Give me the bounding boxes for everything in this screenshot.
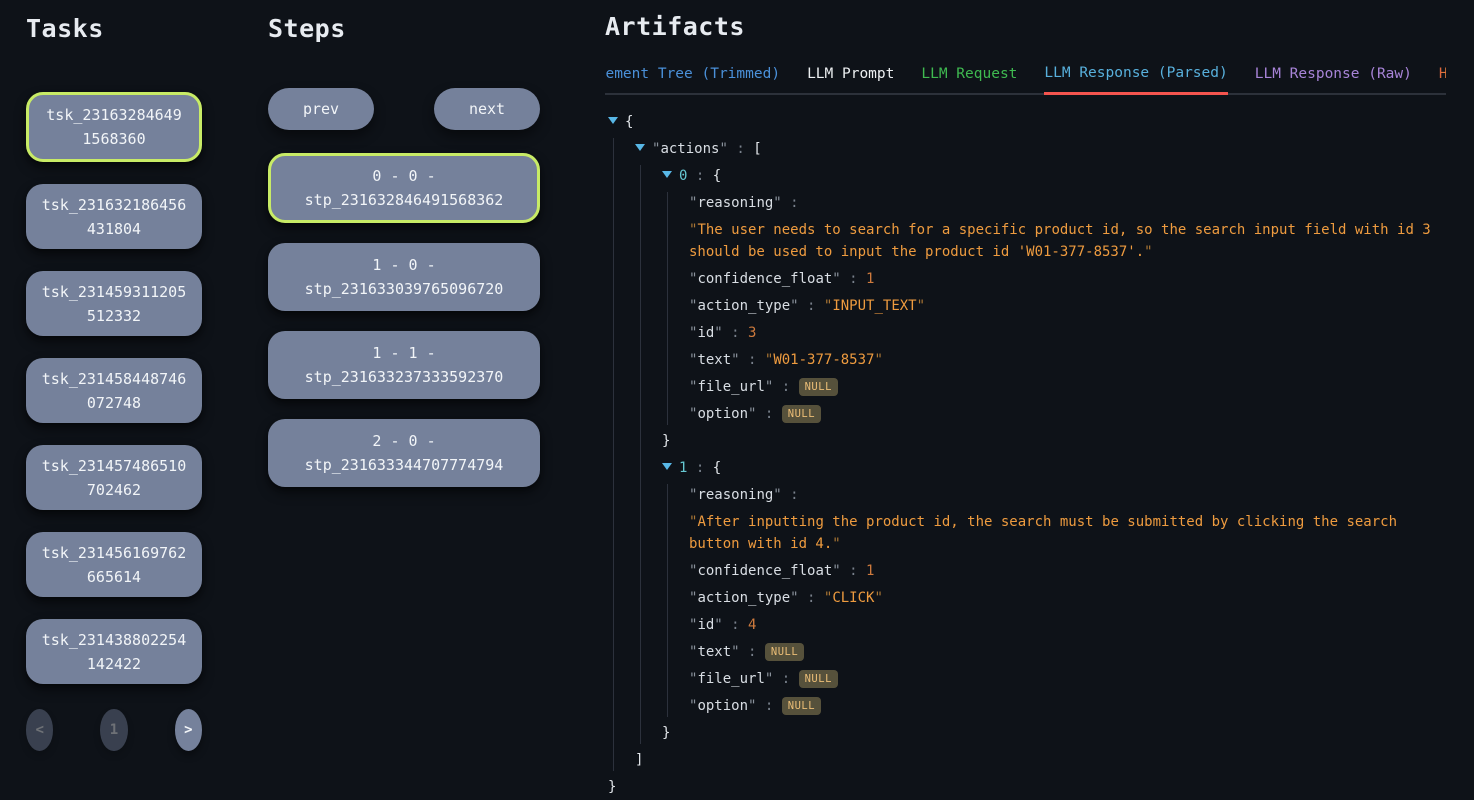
pagination-page-1-button[interactable]: 1 bbox=[100, 709, 127, 751]
tab-llm-response-parsed[interactable]: LLM Response (Parsed) bbox=[1044, 65, 1227, 95]
pagination-next-button[interactable]: > bbox=[175, 709, 202, 751]
step-button-2[interactable]: 1 - 0 - stp_231633039765096720 bbox=[268, 243, 540, 311]
json-close-row: ] bbox=[635, 749, 1446, 771]
json-value: 1 bbox=[866, 563, 874, 579]
json-key: confidence_float bbox=[697, 271, 832, 287]
task-button-6[interactable]: tsk_231456169762665614 bbox=[26, 532, 202, 597]
json-key: actions bbox=[660, 141, 719, 157]
json-close-row: } bbox=[662, 722, 1446, 744]
task-button-2[interactable]: tsk_231632186456431804 bbox=[26, 184, 202, 249]
json-row: "file_url" : NULL bbox=[689, 376, 1446, 398]
json-row: "confidence_float" : 1 bbox=[689, 268, 1446, 290]
tasks-heading: Tasks bbox=[26, 14, 202, 43]
json-tree: { "actions" : [ 0 : { "reasoning" : "The us… bbox=[605, 111, 1446, 798]
json-value: NULL bbox=[799, 379, 838, 395]
tab-llm-prompt[interactable]: LLM Prompt bbox=[807, 66, 894, 93]
step-nav: prev next bbox=[268, 88, 540, 130]
json-row: "option" : NULL bbox=[689, 403, 1446, 425]
json-value: NULL bbox=[782, 698, 821, 714]
json-key: text bbox=[697, 352, 731, 368]
json-value: 3 bbox=[748, 325, 756, 341]
json-key: file_url bbox=[697, 379, 764, 395]
task-list: tsk_231632846491568360 tsk_23163218645643… bbox=[26, 92, 202, 684]
json-row: 1 : { bbox=[662, 457, 1446, 479]
step-button-4[interactable]: 2 - 0 - stp_231633344707774794 bbox=[268, 419, 540, 487]
json-row: "file_url" : NULL bbox=[689, 668, 1446, 690]
json-key: id bbox=[697, 325, 714, 341]
task-button-3[interactable]: tsk_231459311205512332 bbox=[26, 271, 202, 336]
json-value: "W01-377-8537" bbox=[765, 352, 883, 368]
tab-html-raw[interactable]: Html (Raw) bbox=[1439, 66, 1446, 93]
null-badge: NULL bbox=[799, 670, 838, 688]
json-row: "text" : "W01-377-8537" bbox=[689, 349, 1446, 371]
json-row: "confidence_float" : 1 bbox=[689, 560, 1446, 582]
collapse-arrow-icon[interactable] bbox=[662, 165, 679, 187]
json-key: reasoning bbox=[697, 195, 773, 211]
next-step-button[interactable]: next bbox=[434, 88, 540, 130]
task-button-1[interactable]: tsk_231632846491568360 bbox=[26, 92, 202, 162]
json-key: option bbox=[697, 698, 748, 714]
pagination-prev-button[interactable]: < bbox=[26, 709, 53, 751]
json-key: option bbox=[697, 406, 748, 422]
tasks-panel: Tasks tsk_231632846491568360 tsk_23163218… bbox=[26, 14, 202, 751]
json-row: "action_type" : "CLICK" bbox=[689, 587, 1446, 609]
json-value: "CLICK" bbox=[824, 590, 883, 606]
json-key: file_url bbox=[697, 671, 764, 687]
null-badge: NULL bbox=[765, 643, 804, 661]
json-key: id bbox=[697, 617, 714, 633]
json-close-row: } bbox=[662, 430, 1446, 452]
json-value: NULL bbox=[799, 671, 838, 687]
json-row: "The user needs to search for a specific… bbox=[689, 219, 1446, 263]
tab-element-tree-trimmed[interactable]: Element Tree (Trimmed) bbox=[605, 66, 780, 93]
null-badge: NULL bbox=[782, 405, 821, 423]
json-value: NULL bbox=[765, 644, 804, 660]
step-button-1[interactable]: 0 - 0 - stp_231632846491568362 bbox=[268, 153, 540, 223]
step-list: 0 - 0 - stp_231632846491568362 1 - 0 - st… bbox=[268, 153, 540, 487]
artifacts-tabs: Element Tree (Trimmed) LLM Prompt LLM Requ… bbox=[605, 65, 1446, 95]
json-key: text bbox=[697, 644, 731, 660]
tab-llm-response-raw[interactable]: LLM Response (Raw) bbox=[1255, 66, 1412, 93]
prev-step-button[interactable]: prev bbox=[268, 88, 374, 130]
json-value: 1 bbox=[866, 271, 874, 287]
json-row: { bbox=[608, 111, 1446, 133]
collapse-arrow-icon[interactable] bbox=[608, 111, 625, 133]
json-value: "INPUT_TEXT" bbox=[824, 298, 925, 314]
task-button-7[interactable]: tsk_231438802254142422 bbox=[26, 619, 202, 684]
json-value: "After inputting the product id, the sea… bbox=[689, 514, 1397, 552]
json-close-row: } bbox=[608, 776, 1446, 798]
json-row: 0 : { bbox=[662, 165, 1446, 187]
json-value: 4 bbox=[748, 617, 756, 633]
null-badge: NULL bbox=[799, 378, 838, 396]
json-key: confidence_float bbox=[697, 563, 832, 579]
tab-llm-request[interactable]: LLM Request bbox=[921, 66, 1017, 93]
task-button-4[interactable]: tsk_231458448746072748 bbox=[26, 358, 202, 423]
artifacts-panel: Artifacts Element Tree (Trimmed) LLM Prom… bbox=[605, 12, 1446, 800]
collapse-arrow-icon[interactable] bbox=[662, 457, 679, 479]
json-row: "text" : NULL bbox=[689, 641, 1446, 663]
tasks-pagination: <1 > bbox=[26, 709, 202, 751]
json-key: action_type bbox=[697, 298, 790, 314]
json-key: reasoning bbox=[697, 487, 773, 503]
json-row: "reasoning" : bbox=[689, 192, 1446, 214]
steps-panel: Steps prev next 0 - 0 - stp_231632846491… bbox=[268, 14, 540, 507]
task-button-5[interactable]: tsk_231457486510702462 bbox=[26, 445, 202, 510]
json-row: "id" : 3 bbox=[689, 322, 1446, 344]
null-badge: NULL bbox=[782, 697, 821, 715]
json-key: action_type bbox=[697, 590, 790, 606]
json-row: "option" : NULL bbox=[689, 695, 1446, 717]
step-button-3[interactable]: 1 - 1 - stp_231633237333592370 bbox=[268, 331, 540, 399]
json-row: "action_type" : "INPUT_TEXT" bbox=[689, 295, 1446, 317]
json-row: "After inputting the product id, the sea… bbox=[689, 511, 1446, 555]
json-value: "The user needs to search for a specific… bbox=[689, 222, 1431, 260]
json-row: "id" : 4 bbox=[689, 614, 1446, 636]
json-row: "actions" : [ bbox=[635, 138, 1446, 160]
json-value: NULL bbox=[782, 406, 821, 422]
collapse-arrow-icon[interactable] bbox=[635, 138, 652, 160]
steps-heading: Steps bbox=[268, 14, 540, 43]
artifacts-tabbar-clip: Element Tree (Trimmed) LLM Prompt LLM Requ… bbox=[605, 65, 1446, 95]
json-row: "reasoning" : bbox=[689, 484, 1446, 506]
artifacts-heading: Artifacts bbox=[605, 12, 1446, 41]
